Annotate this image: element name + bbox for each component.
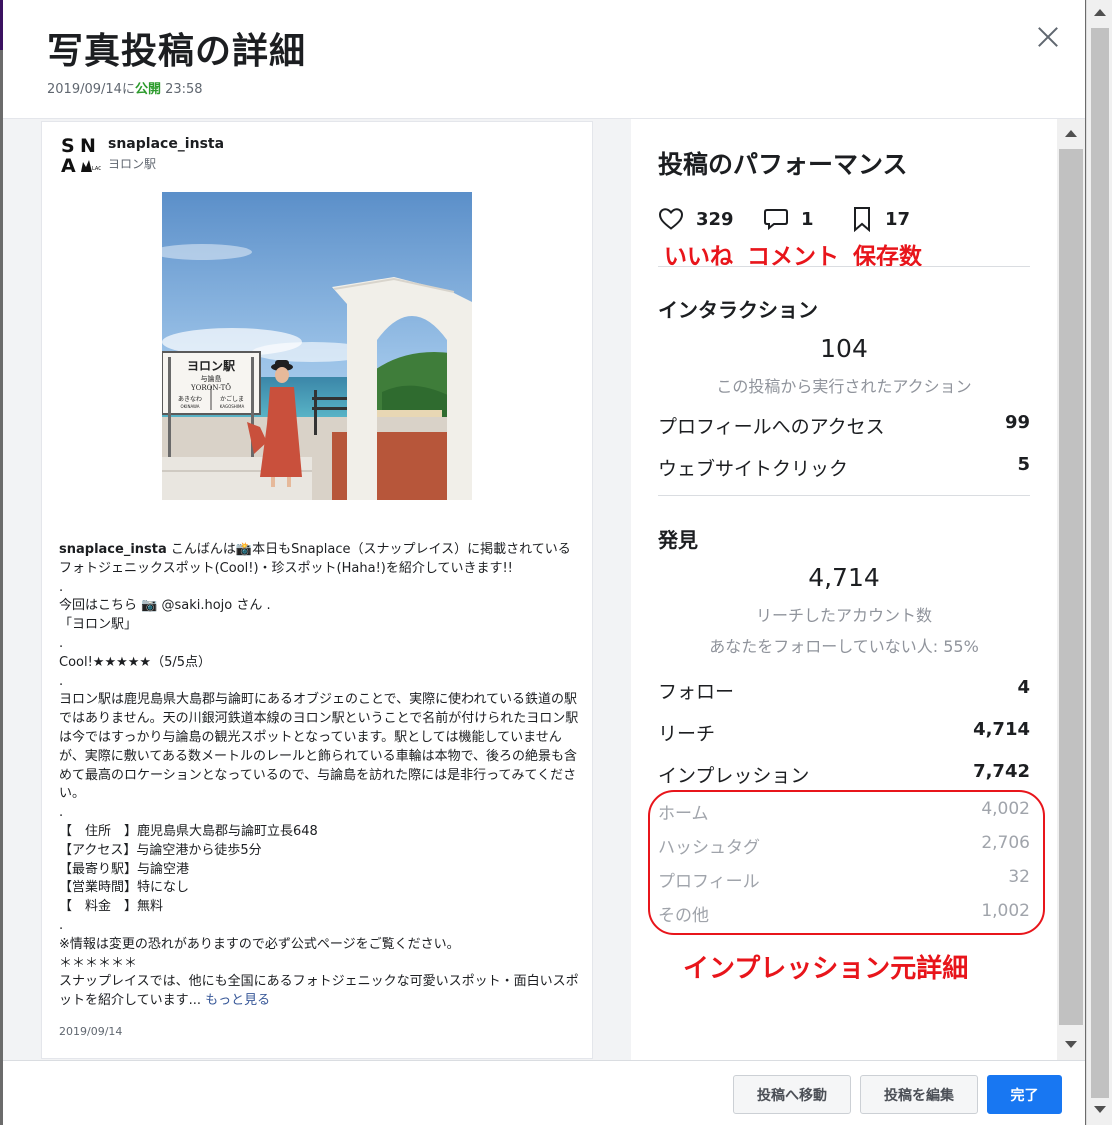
stat-value: 5 <box>1017 454 1030 475</box>
scroll-down-arrow-icon[interactable] <box>1065 1041 1077 1048</box>
impression-highlight-annotation <box>648 790 1045 935</box>
stat-label: プロフィールへのアクセス <box>658 416 885 438</box>
photo-sign-right-romaji: KAGOSHIMA <box>220 404 245 409</box>
saves-metric: 17 <box>851 205 910 233</box>
snaplace-logo-icon: S N A LAC <box>61 135 102 177</box>
photo-sign-sub: 与論島 <box>201 374 222 383</box>
edit-post-button[interactable]: 投稿を編集 <box>860 1075 978 1114</box>
modal-header: 写真投稿の詳細 2019/09/14に公開 23:58 <box>3 0 1085 118</box>
published-date: 2019/09/14 <box>47 82 122 97</box>
stat-row-impressions: インプレッション 7,742 <box>658 761 1030 788</box>
page-scrollbar-thumb[interactable] <box>1091 28 1109 1098</box>
stat-row-website-clicks: ウェブサイトクリック 5 <box>658 454 1030 481</box>
stat-row-follows: フォロー 4 <box>658 677 1030 704</box>
post-preview-card: S N A LAC snaplace_insta ヨロン駅 ヨロン駅 与論島 Y… <box>41 121 593 1059</box>
discovery-subtitle: リーチしたアカウント数 <box>755 606 932 625</box>
avatar[interactable]: S N A LAC <box>59 134 102 177</box>
stat-label: リーチ <box>658 723 716 745</box>
stat-label: ウェブサイトクリック <box>658 458 849 480</box>
post-photo-image: ヨロン駅 与論島 YORON-TŌ あきなわ かごしま OKINAWA KAGO… <box>162 192 472 500</box>
interaction-total: 104 <box>820 334 868 363</box>
page-scrollbar[interactable] <box>1086 0 1112 1125</box>
published-connector: に <box>121 82 135 97</box>
post-date: 2019/09/14 <box>59 1025 123 1038</box>
stat-label: フォロー <box>658 681 735 703</box>
divider <box>658 495 1030 496</box>
svg-text:A: A <box>61 155 76 176</box>
panel-scrollbar[interactable] <box>1057 119 1085 1061</box>
go-to-post-button[interactable]: 投稿へ移動 <box>733 1075 851 1114</box>
modal-footer: 投稿へ移動 投稿を編集 完了 <box>3 1060 1085 1125</box>
saves-count: 17 <box>885 208 911 230</box>
modal-body: S N A LAC snaplace_insta ヨロン駅 ヨロン駅 与論島 Y… <box>3 118 1085 1061</box>
stat-value: 4,714 <box>973 719 1030 740</box>
comment-icon <box>764 209 788 231</box>
scroll-down-arrow-icon[interactable] <box>1094 1106 1106 1113</box>
scroll-up-arrow-icon[interactable] <box>1094 9 1106 16</box>
bookmark-icon <box>854 207 870 232</box>
post-location[interactable]: ヨロン駅 <box>108 155 156 172</box>
comments-metric: 1 <box>763 205 814 233</box>
post-caption: snaplace_insta こんばんは📸本日もSnaplace（スナップレイス… <box>59 541 581 1011</box>
close-icon[interactable] <box>1033 22 1063 52</box>
discovery-title: 発見 <box>658 528 698 552</box>
discovery-total: 4,714 <box>808 563 880 592</box>
stat-row-profile-visits: プロフィールへのアクセス 99 <box>658 412 1030 439</box>
impression-annotation-caption: インプレッション元詳細 <box>683 954 969 984</box>
heart-icon <box>658 208 684 230</box>
likes-metric: 329 <box>658 205 734 233</box>
published-status: 公開 <box>134 82 161 97</box>
likes-count: 329 <box>696 208 734 230</box>
performance-panel: 投稿のパフォーマンス 329 1 17 いいね コメント 保存数 インタラクショ… <box>631 119 1057 1061</box>
interaction-title: インタラクション <box>658 298 818 322</box>
post-username[interactable]: snaplace_insta <box>108 136 224 152</box>
interaction-subtitle: この投稿から実行されたアクション <box>716 377 972 396</box>
svg-text:LAC: LAC <box>92 166 101 172</box>
stat-label: インプレッション <box>658 765 810 787</box>
photo-sign-left: あきなわ <box>178 396 202 403</box>
svg-text:S: S <box>61 135 75 157</box>
panel-scrollbar-thumb[interactable] <box>1059 149 1083 1025</box>
photo-sign-romaji: YORON-TŌ <box>190 383 231 392</box>
post-photo: ヨロン駅 与論島 YORON-TŌ あきなわ かごしま OKINAWA KAGO… <box>162 192 472 500</box>
caption-text: こんばんは📸本日もSnaplace（スナップレイス）に掲載されているフォトジェニ… <box>59 542 579 1009</box>
stat-value: 4 <box>1017 677 1030 698</box>
scroll-up-arrow-icon[interactable] <box>1065 130 1077 137</box>
discovery-non-followers: あなたをフォローしていない人: 55% <box>709 637 979 656</box>
stat-row-reach: リーチ 4,714 <box>658 719 1030 746</box>
photo-sign-left-romaji: OKINAWA <box>181 404 200 409</box>
performance-title: 投稿のパフォーマンス <box>658 150 908 179</box>
stat-value: 7,742 <box>973 761 1030 782</box>
post-detail-modal: 写真投稿の詳細 2019/09/14に公開 23:58 S N A LAC sn… <box>3 0 1085 1125</box>
photo-sign-title: ヨロン駅 <box>187 359 236 373</box>
published-info: 2019/09/14に公開 23:58 <box>47 78 203 97</box>
svg-text:N: N <box>80 135 96 157</box>
stat-value: 99 <box>1004 412 1030 433</box>
published-time: 23:58 <box>165 82 203 97</box>
caption-username[interactable]: snaplace_insta <box>59 542 167 557</box>
photo-sign-right: かごしま <box>220 395 244 403</box>
comments-count: 1 <box>801 208 814 230</box>
done-button[interactable]: 完了 <box>987 1075 1062 1114</box>
divider <box>658 266 1030 267</box>
show-more-link[interactable]: もっと見る <box>205 993 270 1008</box>
modal-title: 写真投稿の詳細 <box>47 31 307 72</box>
